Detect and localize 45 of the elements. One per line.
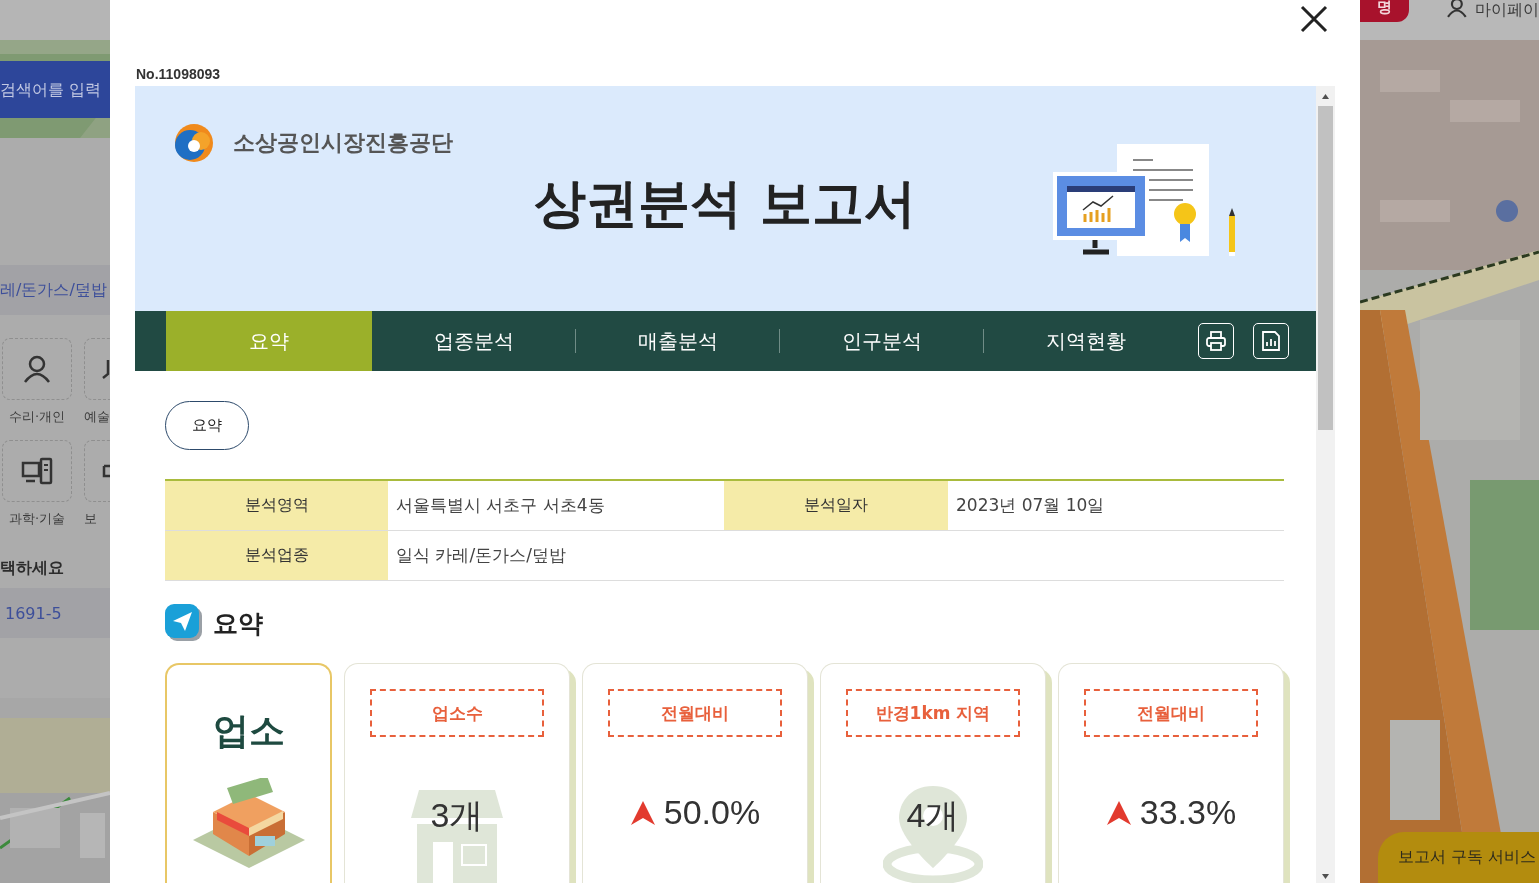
card-label: 전월대비 <box>1084 689 1258 737</box>
print-icon <box>1205 330 1227 352</box>
category-label: 예술 <box>84 408 110 426</box>
category-label: 보 <box>84 510 97 528</box>
person-icon[interactable] <box>1447 0 1467 18</box>
category-label: 과학·기술 <box>7 510 67 528</box>
search-field[interactable]: 검색어를 입력 <box>0 60 110 118</box>
prompt-text: 택하세요 <box>0 558 65 579</box>
subscribe-button[interactable]: 보고서 구독 서비스 <box>1378 832 1539 883</box>
card-label: 전월대비 <box>608 689 782 737</box>
tab[interactable]: 지역현황 <box>984 311 1187 371</box>
tab[interactable]: 인구분석 <box>780 311 983 371</box>
my-page-link[interactable]: 마이페이 <box>1475 0 1539 19</box>
chart-icon <box>1260 330 1282 352</box>
close-button[interactable] <box>1300 5 1328 33</box>
category-tile[interactable] <box>2 338 72 400</box>
table-header-cell: 분석일자 <box>724 481 948 531</box>
category-title: 업소 <box>212 709 285 753</box>
table-header-cell: 분석영역 <box>165 481 388 531</box>
card-label: 반경1km 지역 <box>846 689 1020 737</box>
print-button[interactable] <box>1198 323 1234 359</box>
category-label: 수리·개인 <box>7 408 67 426</box>
tab[interactable]: 매출분석 <box>576 311 779 371</box>
table-cell: 2023년 07월 10일 <box>948 481 1284 531</box>
card-value: 50.0% <box>663 793 761 832</box>
card-value: 4개 <box>906 795 960 836</box>
card-label: 업소수 <box>370 689 544 737</box>
devices-icon <box>21 457 53 485</box>
report-title: 상권분석 보고서 <box>532 172 918 235</box>
card-value: 3개 <box>430 795 484 836</box>
tab[interactable]: 업종분석 <box>372 311 575 371</box>
category-tile[interactable] <box>2 440 72 502</box>
report-number: No.11098093 <box>136 66 221 82</box>
card-value: 33.3% <box>1139 793 1237 832</box>
help-button[interactable]: 명 <box>1360 0 1410 22</box>
summary-button[interactable]: 요약 <box>165 401 249 450</box>
table-cell: 일식 카레/돈가스/덮밥 <box>388 531 1284 581</box>
person-icon <box>22 354 52 384</box>
category-path: 레/돈가스/덮밥 <box>0 279 107 301</box>
paper-plane-icon <box>165 604 203 642</box>
section-title: 요약 <box>213 607 263 640</box>
table-header-cell: 분석업종 <box>165 531 388 581</box>
organization-name: 소상공인시장진흥공단 <box>233 129 453 157</box>
close-icon <box>1300 5 1328 33</box>
report-button[interactable] <box>1253 323 1289 359</box>
